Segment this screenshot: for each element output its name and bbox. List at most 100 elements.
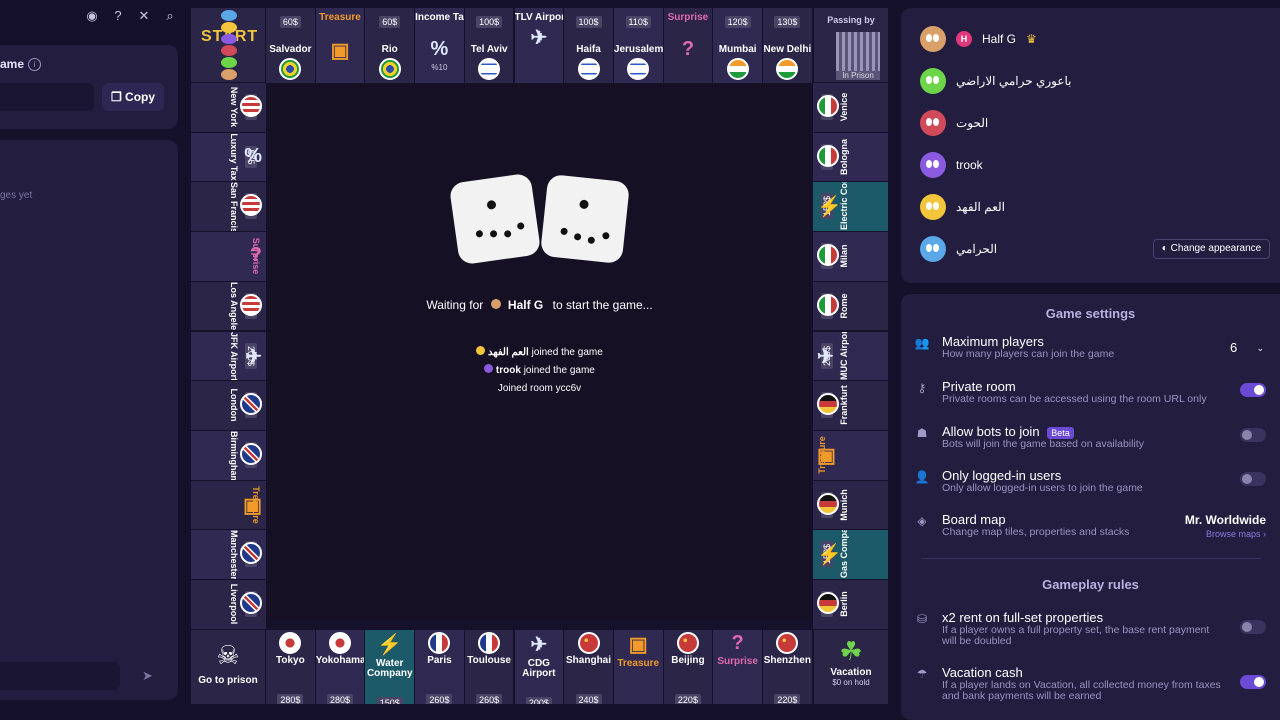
tile-electric-company[interactable]: 150$ Electric Company ⚡	[813, 182, 888, 232]
tile-treasure[interactable]: Treasure ▣	[315, 8, 365, 83]
prison-bars-icon: In Prison	[836, 32, 880, 80]
tile-shenzhen[interactable]: Shenzhen 220$	[763, 630, 812, 704]
go-to-prison-label: Go to prison	[198, 675, 258, 686]
tile-surprise[interactable]: Surprise?	[663, 8, 713, 83]
tile-london[interactable]: 320$London	[191, 381, 266, 430]
tile-luxury-tax[interactable]: $75 Luxury Tax%	[191, 132, 266, 182]
tile-haifa[interactable]: 100$ Haifa	[564, 8, 613, 83]
player-row[interactable]: الحرامي	[920, 236, 997, 262]
tile-san-francisco[interactable]: 360$San Francisco	[191, 182, 266, 232]
max-players-select[interactable]: 6 ⌄	[1222, 338, 1268, 358]
help-icon[interactable]: ?	[110, 8, 126, 24]
x2-rent-toggle[interactable]	[1240, 620, 1266, 634]
private-room-toggle[interactable]	[1240, 383, 1266, 397]
tile-milan[interactable]: 160$Milan	[813, 232, 888, 281]
player-row[interactable]: باعوري حرامي الاراضي	[920, 68, 1072, 94]
tile-name: Treasure	[319, 12, 361, 23]
tile-munich[interactable]: 180$Munich	[813, 480, 888, 530]
in-prison-label: In Prison	[836, 71, 880, 80]
tile-beijing[interactable]: Beijing 220$	[663, 630, 713, 704]
waiting-suffix: to start the game...	[552, 298, 653, 312]
logged-in-toggle[interactable]	[1240, 472, 1266, 486]
player-row[interactable]: الحوت	[920, 110, 988, 136]
tile-tel-aviv[interactable]: 100$ Tel Aviv	[464, 8, 514, 83]
room-url-field[interactable]	[0, 83, 94, 111]
board-map-value: Mr. Worldwide	[1184, 513, 1266, 527]
start-corner: START	[191, 8, 265, 82]
tile-new-york[interactable]: 400$New York	[191, 83, 266, 132]
tile-jerusalem[interactable]: 110$ Jerusalem	[613, 8, 663, 83]
gameplay-rules-title: Gameplay rules	[1042, 577, 1139, 592]
tile-salvador[interactable]: 60$ Salvador	[266, 8, 315, 83]
info-icon[interactable]: i	[28, 58, 41, 71]
tile-price: 240$	[575, 694, 602, 704]
gb-flag-icon	[240, 592, 262, 614]
tile-treasure[interactable]: ▣ Treasure	[613, 630, 663, 704]
tile-los-angeles[interactable]: 350$Los Angeles	[191, 281, 266, 331]
discord-icon[interactable]: ◉	[84, 8, 100, 24]
tile-berlin[interactable]: 200$Berlin	[813, 580, 888, 629]
tile-price: 220$	[674, 694, 701, 704]
tile-shanghai[interactable]: Shanghai 240$	[564, 630, 613, 704]
tile-surprise[interactable]: Surprise?	[191, 232, 266, 281]
us-flag-icon	[240, 95, 262, 117]
allow-bots-toggle[interactable]	[1240, 428, 1266, 442]
tile-water-company[interactable]: ⚡ Water Company 150$	[365, 630, 415, 704]
setting-board-map: ◈ Board map Change map tiles, properties…	[913, 512, 1268, 542]
tile-name: Surprise	[717, 656, 758, 667]
tile-treasure[interactable]: Treasure ▣	[191, 480, 266, 530]
tile-toulouse[interactable]: Toulouse 260$	[464, 630, 514, 704]
tile-cdg-airport[interactable]: ✈ CDG Airport 200$	[514, 630, 564, 704]
tile-yokohama[interactable]: Yokohama 280$	[315, 630, 365, 704]
setting-title-text: Allow bots to join	[942, 424, 1040, 439]
cn-flag-icon	[676, 632, 699, 654]
dice-right-icon[interactable]	[539, 173, 631, 265]
player-row[interactable]: H Half G ♛	[920, 26, 1037, 52]
tile-muc-airport[interactable]: 200$ MUC Airport ✈	[813, 331, 888, 381]
tile-gas-company[interactable]: 150$ Gas Company ⚡	[813, 530, 888, 579]
tile-rome[interactable]: 160$Rome	[813, 281, 888, 331]
copy-button[interactable]: ❐ Copy	[102, 83, 164, 111]
tile-surprise[interactable]: ? Surprise	[713, 630, 762, 704]
tile-name: Jerusalem	[613, 44, 663, 55]
player-name: الحوت	[956, 116, 989, 130]
tile-birmingham[interactable]: 320$Birmingham	[191, 430, 266, 480]
chat-input[interactable]	[0, 662, 120, 690]
chat-panel: ges yet ➤	[0, 140, 178, 700]
tile-name: Venice	[839, 92, 849, 122]
treasure-icon: ▣	[628, 634, 648, 656]
tile-tokyo[interactable]: Tokyo 280$	[266, 630, 315, 704]
tile-mumbai[interactable]: 120$ Mumbai	[713, 8, 762, 83]
tile-venice[interactable]: 140$Venice	[813, 83, 888, 132]
dice-left-icon[interactable]	[448, 172, 542, 266]
tile-frankfurt[interactable]: 180$Frankfurt	[813, 381, 888, 430]
vacation-hold: $0 on hold	[832, 678, 870, 687]
player-tokens-stack	[221, 10, 237, 80]
send-icon[interactable]: ➤	[142, 668, 153, 684]
tile-income-tax[interactable]: Income Tax% %10	[415, 8, 464, 83]
cn-flag-icon	[776, 632, 799, 654]
tile-rio[interactable]: 60$ Rio	[365, 8, 415, 83]
change-appearance-button[interactable]: ◐ Change appearance	[1153, 239, 1270, 259]
tile-liverpool[interactable]: 300$Liverpool	[191, 580, 266, 629]
zoom-icon[interactable]: ⌕	[162, 8, 178, 24]
passing-by-label: Passing by	[827, 15, 875, 25]
mute-icon[interactable]: ✕	[136, 8, 152, 24]
tile-bologna[interactable]: 140$Bologna	[813, 132, 888, 182]
setting-desc: Only allow logged-in users to join the g…	[942, 482, 1143, 494]
setting-title: x2 rent on full-set properties	[942, 610, 1104, 625]
surprise-icon: ?	[249, 244, 262, 267]
tile-treasure[interactable]: Treasure ▣	[813, 430, 888, 480]
browse-maps-link[interactable]: Browse maps ›	[1206, 529, 1266, 539]
setting-desc: If a player owns a full property set, th…	[942, 624, 1210, 647]
tile-tlv-airport[interactable]: TLV Airport ✈	[514, 8, 564, 83]
player-row[interactable]: trook	[920, 152, 983, 178]
tile-price: 100$	[476, 16, 503, 28]
tile-paris[interactable]: Paris 260$	[415, 630, 464, 704]
chat-empty-text: ges yet	[0, 190, 33, 201]
vacation-cash-toggle[interactable]	[1240, 675, 1266, 689]
tile-manchester[interactable]: 300$Manchester	[191, 530, 266, 579]
tile-jfk-airport[interactable]: 200$ JFK Airport ✈	[191, 331, 266, 381]
tile-new-delhi[interactable]: 130$ New Delhi	[763, 8, 812, 83]
player-row[interactable]: العم الفهد	[920, 194, 1005, 220]
